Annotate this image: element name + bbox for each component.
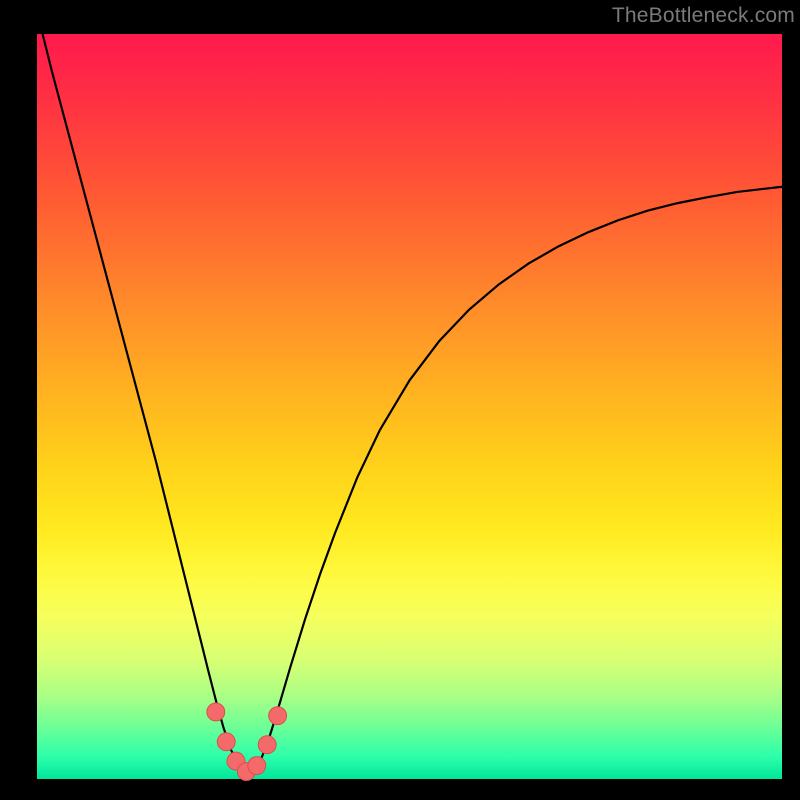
marker-group [207, 703, 287, 780]
marker-dot [217, 733, 235, 751]
chart-frame: TheBottleneck.com [0, 0, 800, 800]
curve-path [37, 12, 782, 772]
marker-dot [248, 757, 266, 775]
marker-dot [258, 736, 276, 754]
watermark-text: TheBottleneck.com [612, 4, 795, 28]
curve-layer [0, 0, 800, 800]
marker-dot [269, 707, 287, 725]
marker-dot [207, 703, 225, 721]
